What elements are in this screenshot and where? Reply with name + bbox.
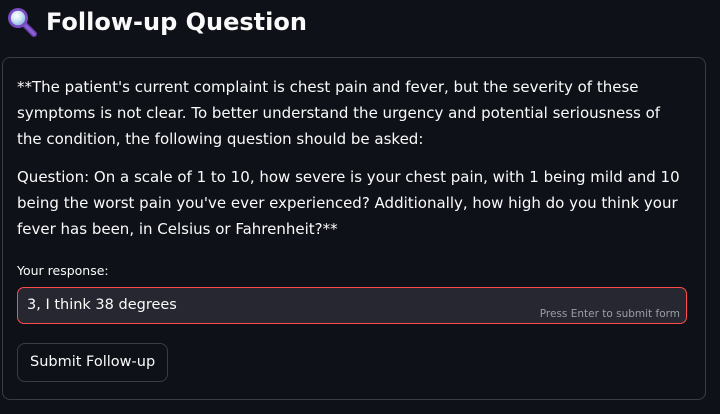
page-title: Follow-up Question — [46, 8, 307, 36]
follow-up-form: **The patient's current complaint is che… — [2, 57, 706, 400]
question-text: **The patient's current complaint is che… — [17, 74, 687, 242]
analysis-paragraph: **The patient's current complaint is che… — [17, 78, 661, 148]
input-hint: Press Enter to submit form — [539, 308, 680, 320]
response-field[interactable]: Press Enter to submit form — [17, 287, 687, 324]
response-input[interactable] — [27, 288, 527, 323]
page-header: Follow-up Question — [6, 6, 307, 38]
response-label: Your response: — [17, 263, 109, 278]
submit-follow-up-button[interactable]: Submit Follow-up — [17, 343, 169, 382]
magnifying-glass-icon — [6, 6, 38, 38]
app-page: Follow-up Question **The patient's curre… — [0, 0, 720, 414]
question-paragraph: Question: On a scale of 1 to 10, how sev… — [17, 168, 680, 238]
